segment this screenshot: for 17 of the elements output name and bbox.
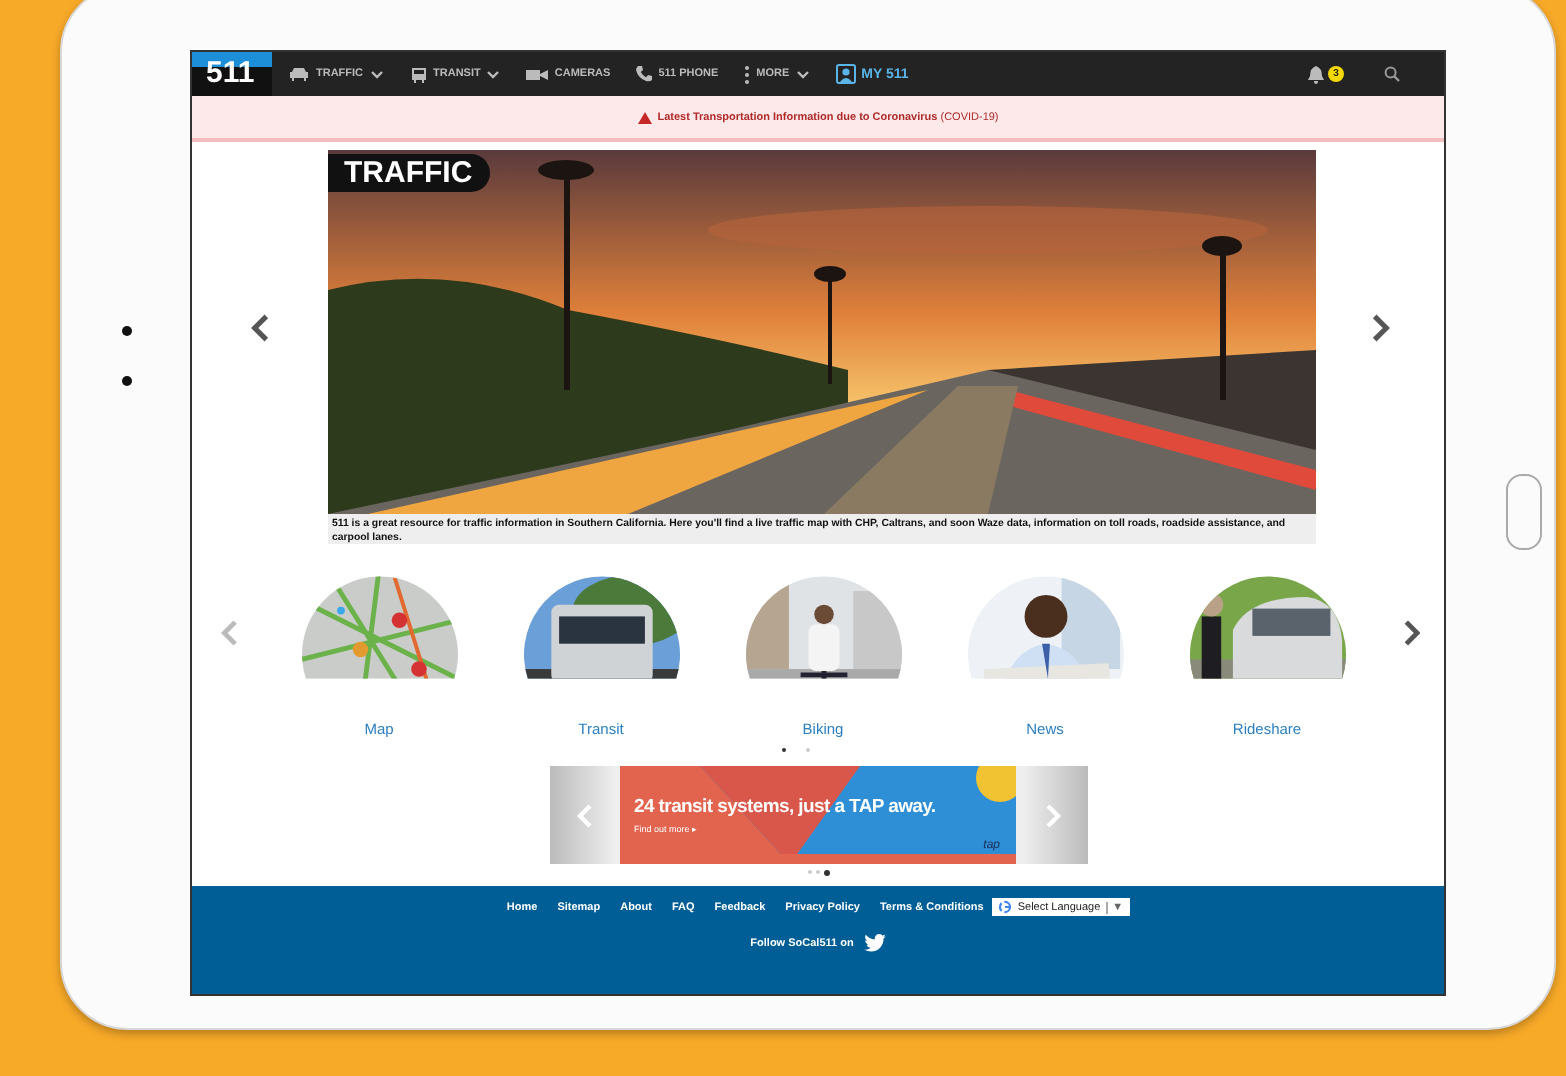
phone-icon — [636, 66, 653, 82]
sensor-icon — [122, 376, 132, 386]
ad-headline: 24 transit systems, just a TAP away. — [634, 796, 938, 818]
bus-icon — [409, 65, 428, 83]
car-icon — [288, 66, 310, 82]
carousel-dot[interactable] — [823, 870, 829, 876]
sensor-icon — [122, 326, 132, 336]
bell-icon[interactable] — [1308, 65, 1324, 83]
google-icon — [997, 900, 1012, 914]
bird-icon[interactable] — [863, 934, 886, 952]
category-badge: TRAFFIC — [328, 154, 491, 192]
video-camera-icon — [526, 67, 549, 81]
more-icon — [744, 65, 751, 83]
user-icon — [835, 64, 856, 84]
search-icon[interactable] — [1384, 66, 1400, 82]
site-logo[interactable]: 511 — [192, 52, 272, 96]
warning-icon — [637, 111, 652, 123]
